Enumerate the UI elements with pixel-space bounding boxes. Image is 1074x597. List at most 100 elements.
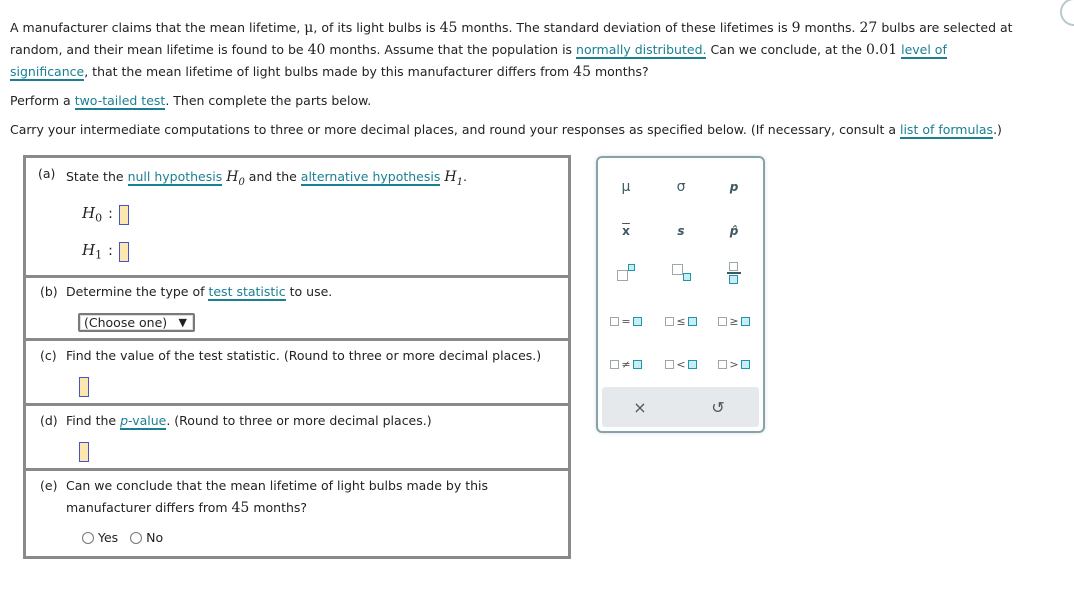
test-statistic-input[interactable] [79,377,89,397]
sample-mean: 40 [307,42,326,58]
claimed-mean: 45 [231,500,250,516]
claimed-mean: 45 [439,20,458,36]
subscript-button[interactable] [661,260,701,286]
problem-text: months. The standard deviation of these … [457,20,792,35]
prompt-text: to use. [285,284,333,299]
mu-icon: μ [621,179,631,195]
x-bar-icon: x [622,224,630,238]
part-d-prompt: Find the p-value. (Round to three or mor… [66,413,432,430]
radio-no[interactable]: No [130,530,163,545]
prompt-text: State the [66,169,128,184]
instruction-rounding: Carry your intermediate computations to … [10,119,1002,141]
less-equal-icon: ≤ [665,315,697,328]
prompt-text: manufacturer differs from [66,500,232,515]
p-hat-icon: p̂ [729,224,739,238]
radio-yes[interactable]: Yes [82,530,118,545]
palette-footer: × ↺ [602,387,759,427]
part-label: (a) [38,166,56,181]
problem-text: bulbs are selected at [877,20,1013,35]
p-letter: p [120,413,129,428]
h0-input[interactable] [118,204,129,225]
h-letter: H [444,169,457,185]
level-of-significance-link[interactable]: level of [901,42,947,59]
greater-than-icon: > [718,358,750,371]
null-hypothesis-link[interactable]: null hypothesis [127,169,223,186]
h1-subscript: 1 [95,248,103,262]
h1-input[interactable] [118,241,129,262]
alternative-hypothesis-link[interactable]: alternative hypothesis [300,169,441,186]
h-letter: H [226,169,239,185]
symbol-palette: μ σ p x s p̂ = ≤ ≥ ≠ < > × ↺ [596,156,765,433]
part-b: (b) Determine the type of test statistic… [23,275,571,341]
superscript-icon [616,264,636,282]
part-label: (d) [40,413,58,428]
s-button[interactable]: s [661,218,701,244]
x-bar-button[interactable]: x [606,218,646,244]
greater-equal-button[interactable]: ≥ [714,308,754,334]
p-button[interactable]: p [714,174,754,200]
test-statistic-link[interactable]: test statistic [208,284,286,301]
not-equal-icon: ≠ [610,358,642,371]
level-of-significance-link[interactable]: significance [10,64,85,81]
fraction-icon [727,262,741,284]
problem-text: A manufacturer claims that the mean life… [10,20,305,35]
help-icon[interactable] [1060,0,1074,26]
equals-button[interactable]: = [606,308,646,334]
questions-panel: (a) State the null hypothesis H0 and the… [23,155,571,559]
part-d: (d) Find the p-value. (Round to three or… [23,403,571,471]
superscript-button[interactable] [606,260,646,286]
problem-text: , of its light bulbs is [313,20,440,35]
sigma-button[interactable]: σ [661,174,701,200]
colon: : [108,243,113,259]
sigma-icon: σ [676,179,686,195]
prompt-text: . [462,169,467,184]
radio-label: Yes [98,530,119,545]
significance-level: 0.01 [865,42,898,58]
mu-button[interactable]: μ [606,174,646,200]
undo-button[interactable]: ↺ [698,394,738,420]
dropdown-arrow-icon: ▼ [178,316,187,329]
part-a-prompt: State the null hypothesis H0 and the alt… [66,169,467,188]
instruction-text: Carry your intermediate computations to … [10,122,900,137]
select-value: (Choose one) [84,315,168,330]
std-dev: 9 [791,20,801,36]
h1-symbol: H1 [444,169,463,188]
test-statistic-select[interactable]: (Choose one) ▼ [78,313,195,332]
conclusion-options: Yes No [82,530,171,547]
value-text: -value [128,413,167,428]
less-equal-button[interactable]: ≤ [661,308,701,334]
p-value-input[interactable] [79,442,89,462]
prompt-text: . (Round to three or more decimal places… [166,413,432,428]
prompt-text: and the [244,169,301,184]
problem-text: months? [591,64,649,79]
radio-circle-icon [130,531,143,544]
not-equal-button[interactable]: ≠ [606,351,646,377]
problem-statement: A manufacturer claims that the mean life… [10,17,1013,83]
instruction-text: Perform a [10,93,75,108]
problem-text: random, and their mean lifetime is found… [10,42,308,57]
less-than-icon: < [665,358,697,371]
list-of-formulas-link[interactable]: list of formulas [899,122,994,139]
mu-symbol: μ [304,20,314,36]
part-c-prompt: Find the value of the test statistic. (R… [66,348,542,363]
two-tailed-test-link[interactable]: two-tailed test [74,93,166,110]
h0-subscript: 0 [95,211,103,225]
less-than-button[interactable]: < [661,351,701,377]
prompt-text: Find the [66,413,121,428]
instruction-test-type: Perform a two-tailed test. Then complete… [10,90,371,112]
greater-than-button[interactable]: > [714,351,754,377]
sample-size: 27 [859,20,878,36]
fraction-button[interactable] [714,260,754,286]
radio-circle-icon [82,531,94,544]
greater-equal-icon: ≥ [718,315,750,328]
p-icon: p [729,180,739,194]
p-hat-button[interactable]: p̂ [714,218,754,244]
part-label: (e) [40,478,58,493]
h0-row: H0: [82,204,129,225]
p-value-link[interactable]: p-value [120,413,167,430]
clear-button[interactable]: × [620,394,660,420]
normally-distributed-link[interactable]: normally distributed. [576,42,707,59]
part-e: (e) Can we conclude that the mean lifeti… [23,468,571,559]
prompt-text: Determine the type of [66,284,209,299]
instruction-text: . Then complete the parts below. [165,93,372,108]
